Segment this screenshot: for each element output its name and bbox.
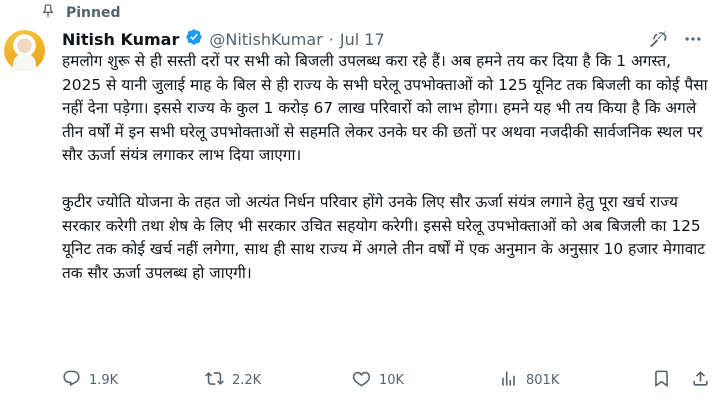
repost-count: 2.2K [232,372,262,388]
like-button[interactable]: 10K [352,368,404,392]
views-button[interactable]: 801K [499,368,559,392]
reply-icon [62,369,81,392]
share-button[interactable] [691,368,710,392]
repost-icon [205,369,224,392]
reply-button[interactable]: 1.9K [62,368,118,392]
author-name[interactable]: Nitish Kumar [62,30,179,50]
more-options-icon[interactable] [683,29,703,49]
pinned-indicator: Pinned [40,3,121,23]
grok-icon[interactable] [648,29,668,49]
reply-count: 1.9K [89,372,119,388]
bookmark-icon [652,369,671,392]
tweet-actions: 1.9K 2.2K 10K 801K [62,368,713,392]
tweet-text: हमलोग शुरू से ही सस्ती दरों पर सभी को बि… [62,50,712,285]
tweet-header: Nitish Kumar @NitishKumar · Jul 17 [62,28,385,51]
author-handle[interactable]: @NitishKumar [209,30,322,50]
pin-icon [40,3,56,23]
tweet-paragraph-2: कुटीर ज्योति योजना के तहत जो अत्यंत निर्… [62,192,706,282]
tweet-date[interactable]: Jul 17 [340,30,385,50]
views-count: 801K [526,372,560,388]
like-count: 10K [379,372,405,388]
share-icon [691,369,710,392]
heart-icon [352,369,371,392]
avatar[interactable] [4,30,45,71]
bookmark-button[interactable] [652,368,671,392]
verified-badge-icon [185,28,203,51]
separator: · [328,29,334,49]
pinned-label: Pinned [66,5,121,21]
tweet-paragraph-1: हमलोग शुरू से ही सस्ती दरों पर सभी को बि… [62,52,708,165]
repost-button[interactable]: 2.2K [205,368,261,392]
views-icon [499,369,518,392]
